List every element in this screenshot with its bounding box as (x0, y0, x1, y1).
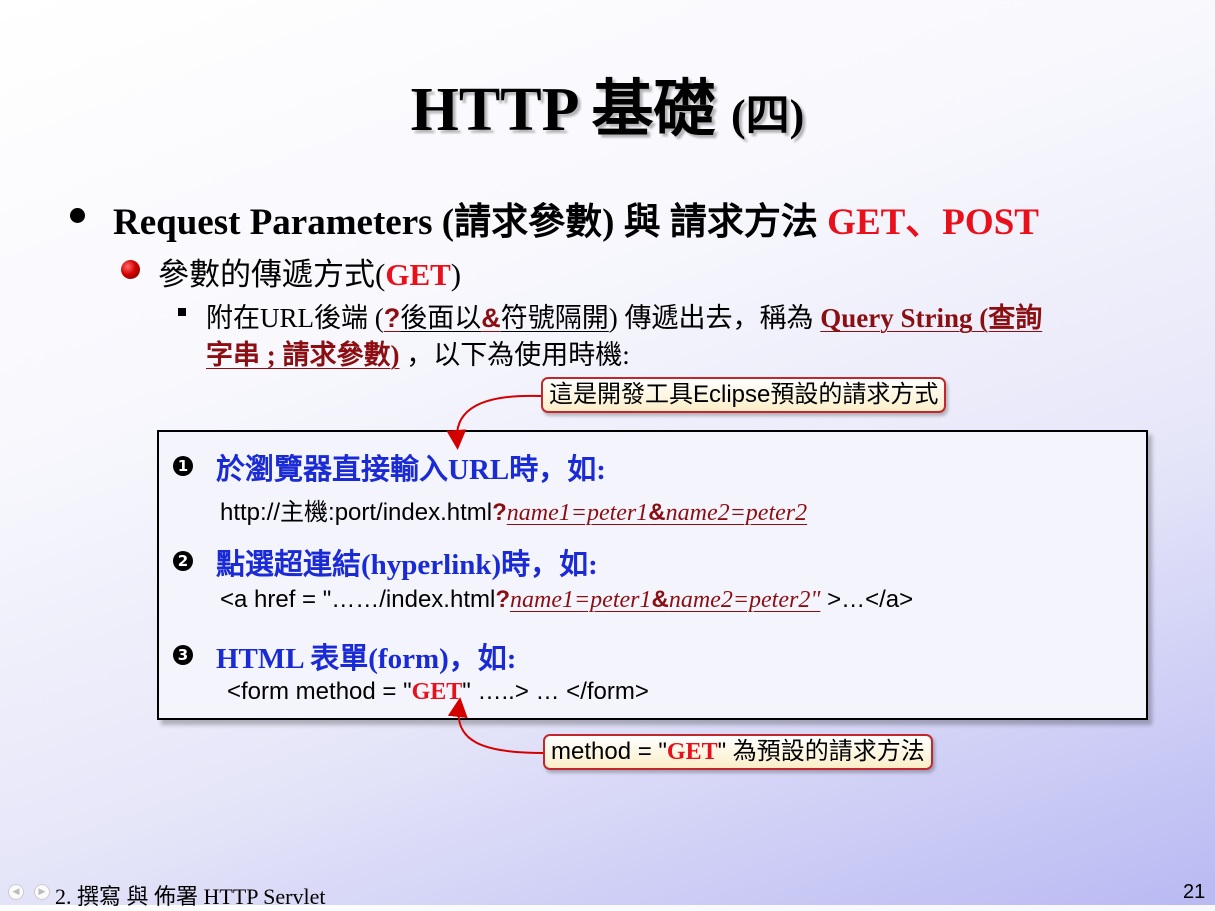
callout-arrows (446, 394, 544, 754)
nav-forward-icon[interactable]: ▶ (34, 884, 50, 900)
nav-back-icon[interactable]: ◀ (8, 884, 24, 900)
arrow-top (446, 394, 542, 450)
arrow-bottom (447, 697, 544, 754)
page-number: 21 (1183, 881, 1206, 903)
slide-footer: 2. 撰寫 與 佈署 HTTP Servlet (55, 884, 326, 909)
